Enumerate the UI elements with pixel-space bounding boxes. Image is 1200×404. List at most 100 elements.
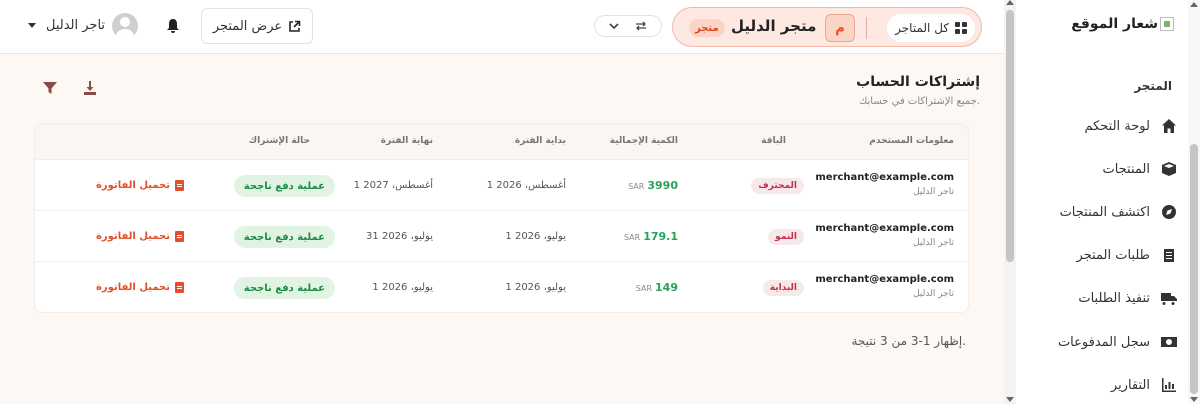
column-header-plan: الباقة <box>761 136 786 146</box>
period-start: 1 يوليو، 2026 <box>505 231 566 242</box>
period-start: 1 أغسطس، 2026 <box>486 180 566 191</box>
scroll-up-arrow[interactable] <box>1006 0 1014 5</box>
chevron-down-icon[interactable] <box>28 23 36 28</box>
external-link-icon <box>289 20 301 32</box>
content-scrollbar[interactable] <box>1004 0 1016 404</box>
plan-badge: النمو <box>768 229 804 245</box>
scroll-up-arrow[interactable] <box>1190 2 1198 7</box>
sidebar-item-label: اكتشف المنتجات <box>1059 204 1150 220</box>
store-switcher[interactable]: كل المتاجر م متجر الدليل متجر <box>672 7 982 47</box>
period-start: 1 يوليو، 2026 <box>505 282 566 293</box>
sidebar-section-store: المتجر <box>1134 79 1172 93</box>
home-icon <box>1160 117 1178 135</box>
filter-icon[interactable] <box>42 80 58 96</box>
subscriptions-table: معلومات المستخدم الباقة الكمية الإجمالية… <box>34 123 969 313</box>
sidebar-item-fulfillment[interactable]: تنفيذ الطلبات <box>1028 286 1178 310</box>
sidebar-item-label: التقارير <box>1110 377 1150 393</box>
column-header-user: معلومات المستخدم <box>869 136 954 146</box>
box-icon <box>1160 160 1178 178</box>
scroll-thumb[interactable] <box>1190 144 1198 394</box>
currency: SAR <box>635 284 653 293</box>
status-badge: عملية دفع ناجحة <box>233 277 335 299</box>
invoice-label: تحميل الفاتورة <box>96 231 170 242</box>
user-email: merchant@example.com <box>815 274 954 285</box>
sidebar-item-store-orders[interactable]: طلبات المتجر <box>1028 243 1178 267</box>
store-avatar: م <box>825 14 855 42</box>
currency: SAR <box>623 233 641 242</box>
site-logo[interactable]: شعار الموقع <box>1071 16 1174 32</box>
table-row: merchant@example.com تاجر الدليل النمو S… <box>35 211 968 262</box>
user-email: merchant@example.com <box>815 172 954 183</box>
truck-icon <box>1160 289 1178 307</box>
pdf-icon <box>175 231 184 242</box>
period-end: 31 يوليو، 2026 <box>366 231 433 242</box>
amount-value: 149 <box>655 281 678 294</box>
column-header-start: بداية الفترة <box>514 136 566 146</box>
table-row: merchant@example.com تاجر الدليل المحترف… <box>35 160 968 211</box>
sidebar-scrollbar[interactable] <box>1188 0 1200 404</box>
store-name: متجر الدليل <box>731 17 817 35</box>
total-amount: SAR 3990 <box>628 179 678 192</box>
total-amount: SAR 149 <box>636 281 678 294</box>
all-stores-label: كل المتاجر <box>895 21 949 35</box>
sidebar-item-dashboard[interactable]: لوحة التحكم <box>1028 114 1178 138</box>
amount-value: 3990 <box>647 179 678 192</box>
user-email: merchant@example.com <box>815 223 954 234</box>
page-title: إشتراكات الحساب <box>856 74 980 90</box>
sidebar-item-label: سجل المدفوعات <box>1057 334 1150 350</box>
table-row: merchant@example.com تاجر الدليل البداية… <box>35 262 968 312</box>
period-end: 1 أغسطس، 2027 <box>353 180 433 191</box>
logo-text: شعار الموقع <box>1071 16 1158 32</box>
sidebar-item-label: طلبات المتجر <box>1076 247 1150 263</box>
view-store-button[interactable]: عرض المتجر <box>201 8 313 44</box>
switch-store-dropdown[interactable] <box>594 15 662 37</box>
divider <box>866 17 867 39</box>
scroll-down-arrow[interactable] <box>1190 397 1198 402</box>
status-badge: عملية دفع ناجحة <box>233 175 335 197</box>
download-invoice-link[interactable]: تحميل الفاتورة <box>96 180 184 191</box>
sidebar-item-label: تنفيذ الطلبات <box>1078 290 1150 306</box>
currency: SAR <box>628 182 645 191</box>
pagination-summary: إظهار 1-3 من 3 نتيجة. <box>851 334 966 348</box>
scroll-down-arrow[interactable] <box>1006 397 1014 402</box>
avatar[interactable] <box>112 13 138 39</box>
download-icon[interactable] <box>82 80 98 96</box>
plan-badge: البداية <box>762 280 804 296</box>
plan-badge: المحترف <box>751 178 804 194</box>
column-header-end: نهاية الفترة <box>380 136 433 146</box>
sidebar-item-reports[interactable]: التقارير <box>1028 373 1178 397</box>
sidebar: شعار الموقع المتجر لوحة التحكم المنتجات … <box>1010 0 1200 404</box>
status-badge: عملية دفع ناجحة <box>233 226 335 248</box>
download-invoice-link[interactable]: تحميل الفاتورة <box>96 231 184 242</box>
pdf-icon <box>175 180 184 191</box>
compass-icon <box>1160 203 1178 221</box>
pdf-icon <box>175 282 184 293</box>
user-name: تاجر الدليل <box>913 187 954 197</box>
user-name: تاجر الدليل <box>913 238 954 248</box>
user-name: تاجر الدليل <box>913 289 954 299</box>
period-end: 1 يوليو، 2026 <box>372 282 433 293</box>
page-subtitle: جميع الإشتراكات في حسابك. <box>859 96 980 107</box>
all-stores-button[interactable]: كل المتاجر <box>887 14 975 42</box>
swap-arrows-icon <box>636 21 646 31</box>
scroll-thumb[interactable] <box>1006 10 1014 262</box>
table-header: معلومات المستخدم الباقة الكمية الإجمالية… <box>35 124 968 160</box>
bell-icon[interactable] <box>166 18 180 34</box>
chevron-down-icon <box>609 23 619 29</box>
sidebar-item-payments-log[interactable]: سجل المدفوعات <box>1028 330 1178 354</box>
store-type-badge: متجر <box>689 19 725 37</box>
invoice-label: تحميل الفاتورة <box>96 282 170 293</box>
view-store-label: عرض المتجر <box>212 18 283 34</box>
column-header-status: حالة الإشتراك <box>248 136 310 146</box>
total-amount: SAR 179.1 <box>624 230 678 243</box>
user-name[interactable]: تاجر الدليل <box>46 18 105 33</box>
sidebar-item-label: المنتجات <box>1102 161 1150 177</box>
grid-icon <box>955 22 967 34</box>
invoice-label: تحميل الفاتورة <box>96 180 170 191</box>
top-bar: كل المتاجر م متجر الدليل متجر عرض المتجر… <box>0 0 1004 54</box>
download-invoice-link[interactable]: تحميل الفاتورة <box>96 282 184 293</box>
chart-icon <box>1160 376 1178 394</box>
sidebar-item-discover-products[interactable]: اكتشف المنتجات <box>1028 200 1178 224</box>
sidebar-item-products[interactable]: المنتجات <box>1028 157 1178 181</box>
column-header-amount: الكمية الإجمالية <box>609 136 678 146</box>
